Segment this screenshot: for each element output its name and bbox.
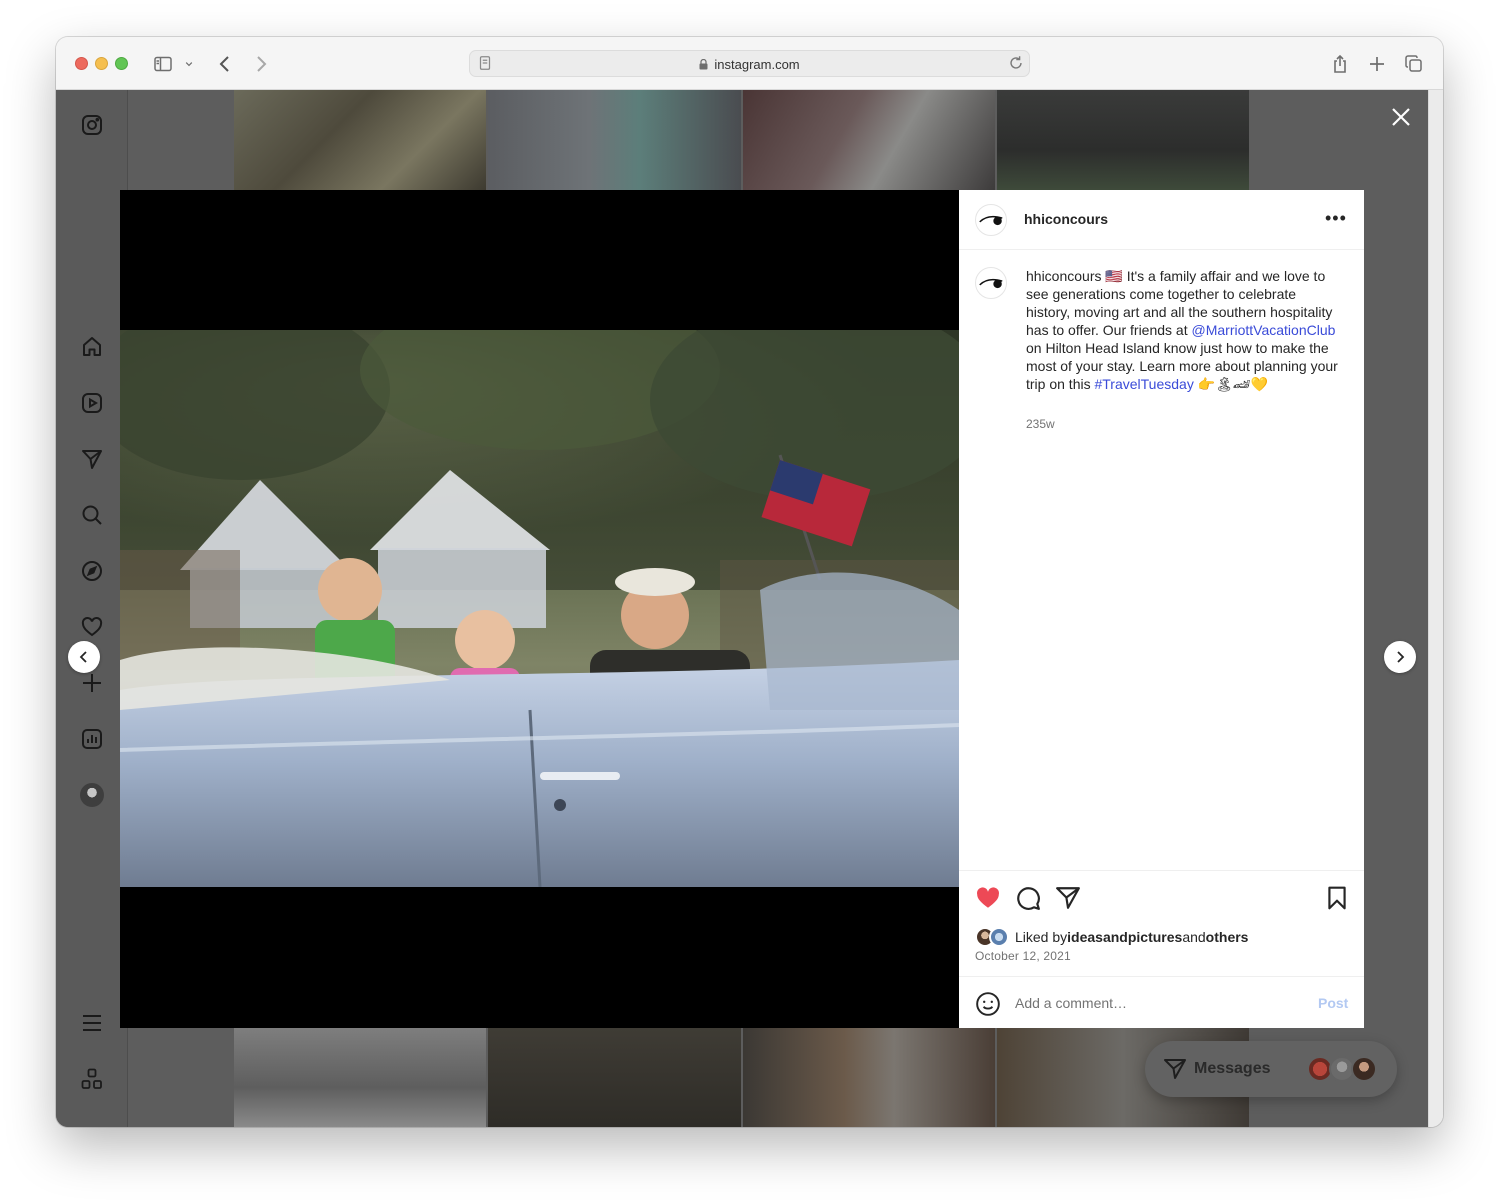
page-viewport: hhiconcours ••• hhiconcours 🇺🇸 It's a fa… [56,90,1428,1127]
grid-post-image[interactable] [742,1028,995,1127]
page-scrollbar[interactable] [1428,90,1443,1127]
grid-post-image[interactable] [996,90,1249,190]
grid-post-image[interactable] [234,90,487,190]
conversation-avatar [1351,1056,1377,1082]
author-avatar[interactable] [975,204,1007,236]
messages-icon [1163,1057,1187,1081]
feed-grid-top [234,90,1249,190]
chevron-down-icon[interactable] [182,53,196,75]
comment-icon[interactable] [1015,885,1041,911]
caption-flag-emoji: 🇺🇸 [1105,268,1123,284]
liked-by-and: and [1182,929,1206,945]
browser-window: instagram.com hhiconcours ••• hhiconcour… [56,37,1443,1127]
browser-toolbar: instagram.com [56,37,1443,90]
liked-by-username[interactable]: ideasandpictures [1067,929,1182,945]
more-options-icon[interactable]: ••• [1325,209,1346,230]
tab-overview-icon[interactable] [1403,53,1425,75]
grid-post-image[interactable] [742,90,995,190]
author-username[interactable]: hhiconcours [1024,211,1108,227]
feed-grid-bottom [234,1028,1249,1127]
post-caption: hhiconcours 🇺🇸 It's a family affair and … [1026,267,1341,393]
sidebar-toggle-icon[interactable] [152,53,174,75]
caption-author-avatar[interactable] [975,267,1007,299]
home-icon[interactable] [79,334,105,360]
previous-post-button[interactable] [68,641,100,673]
left-navigation [56,90,128,1127]
lock-icon [699,58,708,73]
liked-by-prefix: Liked by [1015,929,1068,945]
caption-mention-link[interactable]: @MarriottVacationClub [1192,322,1336,338]
share-icon[interactable] [1329,53,1351,75]
post-actions: Liked by ideasandpictures and others Oct… [959,870,1364,976]
grid-post-image[interactable] [488,1028,741,1127]
profile-avatar[interactable] [80,783,104,807]
notifications-heart-icon[interactable] [79,614,105,640]
emoji-icon[interactable] [975,991,1001,1017]
post-details-panel: hhiconcours ••• hhiconcours 🇺🇸 It's a fa… [959,190,1364,1028]
grid-post-image[interactable] [488,90,741,190]
forward-button[interactable] [250,53,272,75]
bookmark-icon[interactable] [1324,885,1350,911]
direct-messages-icon[interactable] [79,446,105,472]
instagram-logo-icon[interactable] [79,112,105,138]
next-post-button[interactable] [1384,641,1416,673]
post-header: hhiconcours ••• [959,190,1364,250]
liked-by-avatars[interactable] [975,927,1011,947]
liked-by-row: Liked by ideasandpictures and others [975,927,1248,947]
caption-hashtag-link[interactable]: #TravelTuesday [1094,376,1193,392]
url-display: instagram.com [470,57,1029,73]
comment-bar: Post [959,976,1364,1028]
grid-post-image[interactable] [234,1028,487,1127]
back-button[interactable] [214,53,236,75]
create-post-icon[interactable] [79,670,105,696]
close-modal-icon[interactable] [1389,105,1413,129]
liked-by-others[interactable]: others [1206,929,1249,945]
address-bar[interactable]: instagram.com [469,50,1030,77]
url-text: instagram.com [714,57,800,72]
post-date[interactable]: October 12, 2021 [975,949,1071,963]
insights-icon[interactable] [79,726,105,752]
reload-icon[interactable] [1007,54,1025,72]
menu-icon[interactable] [79,1010,105,1036]
zoom-window-button[interactable] [115,57,128,70]
reels-icon[interactable] [79,390,105,416]
caption-timestamp[interactable]: 235w [1026,417,1055,431]
comment-input[interactable] [1015,993,1295,1013]
post-photo[interactable] [120,330,959,887]
messages-label: Messages [1194,1060,1271,1077]
caption-username[interactable]: hhiconcours [1026,268,1102,284]
post-comment-button[interactable]: Post [1318,995,1348,1011]
search-icon[interactable] [79,502,105,528]
close-window-button[interactable] [75,57,88,70]
like-heart-icon[interactable] [975,885,1001,911]
liker-avatar[interactable] [989,927,1009,947]
new-tab-icon[interactable] [1366,53,1388,75]
post-media[interactable] [120,190,959,1028]
minimize-window-button[interactable] [95,57,108,70]
explore-icon[interactable] [79,558,105,584]
more-apps-icon[interactable] [79,1066,105,1092]
caption-emojis: 👉🏝🏎💛 [1193,376,1269,392]
share-post-icon[interactable] [1055,885,1081,911]
messages-drawer-button[interactable]: Messages [1145,1041,1397,1097]
